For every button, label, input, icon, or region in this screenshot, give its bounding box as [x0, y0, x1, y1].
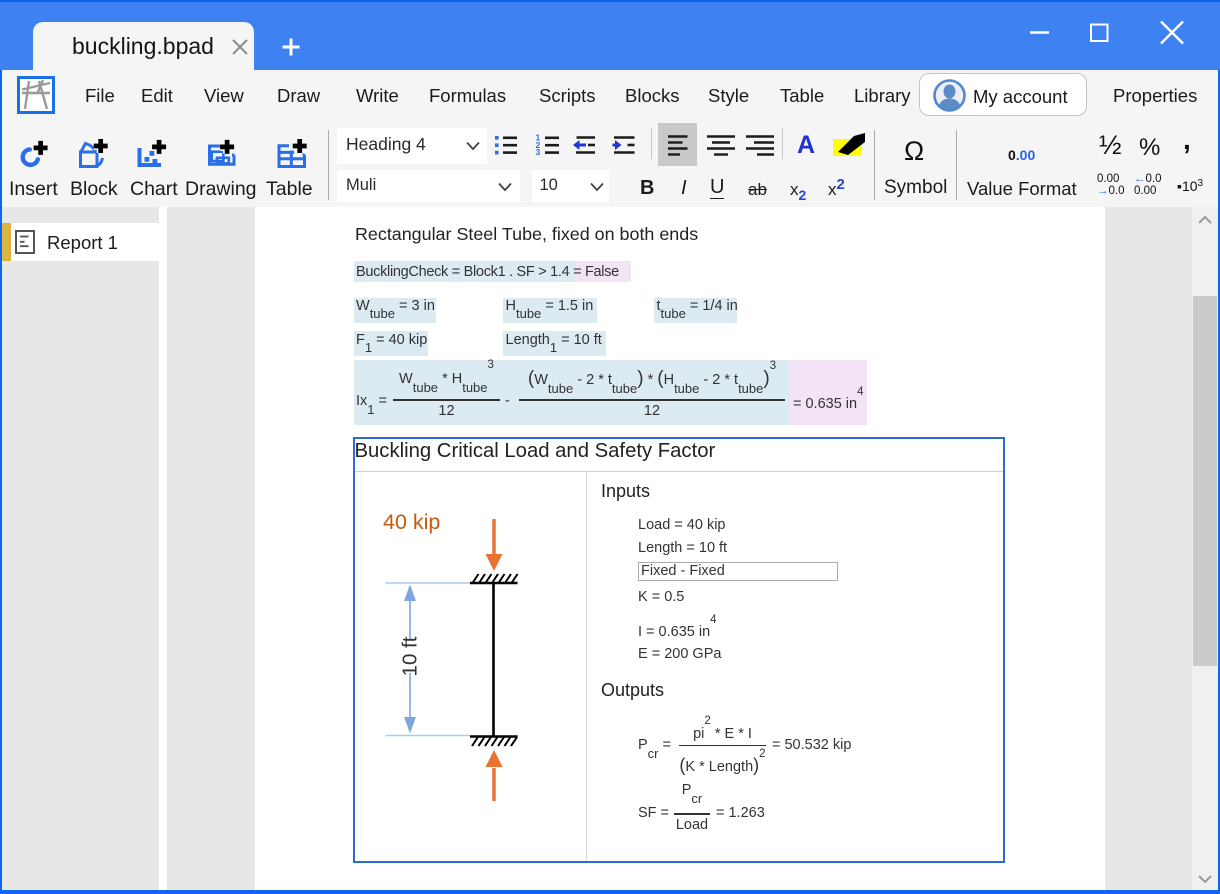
svg-text:3: 3 — [536, 147, 541, 157]
